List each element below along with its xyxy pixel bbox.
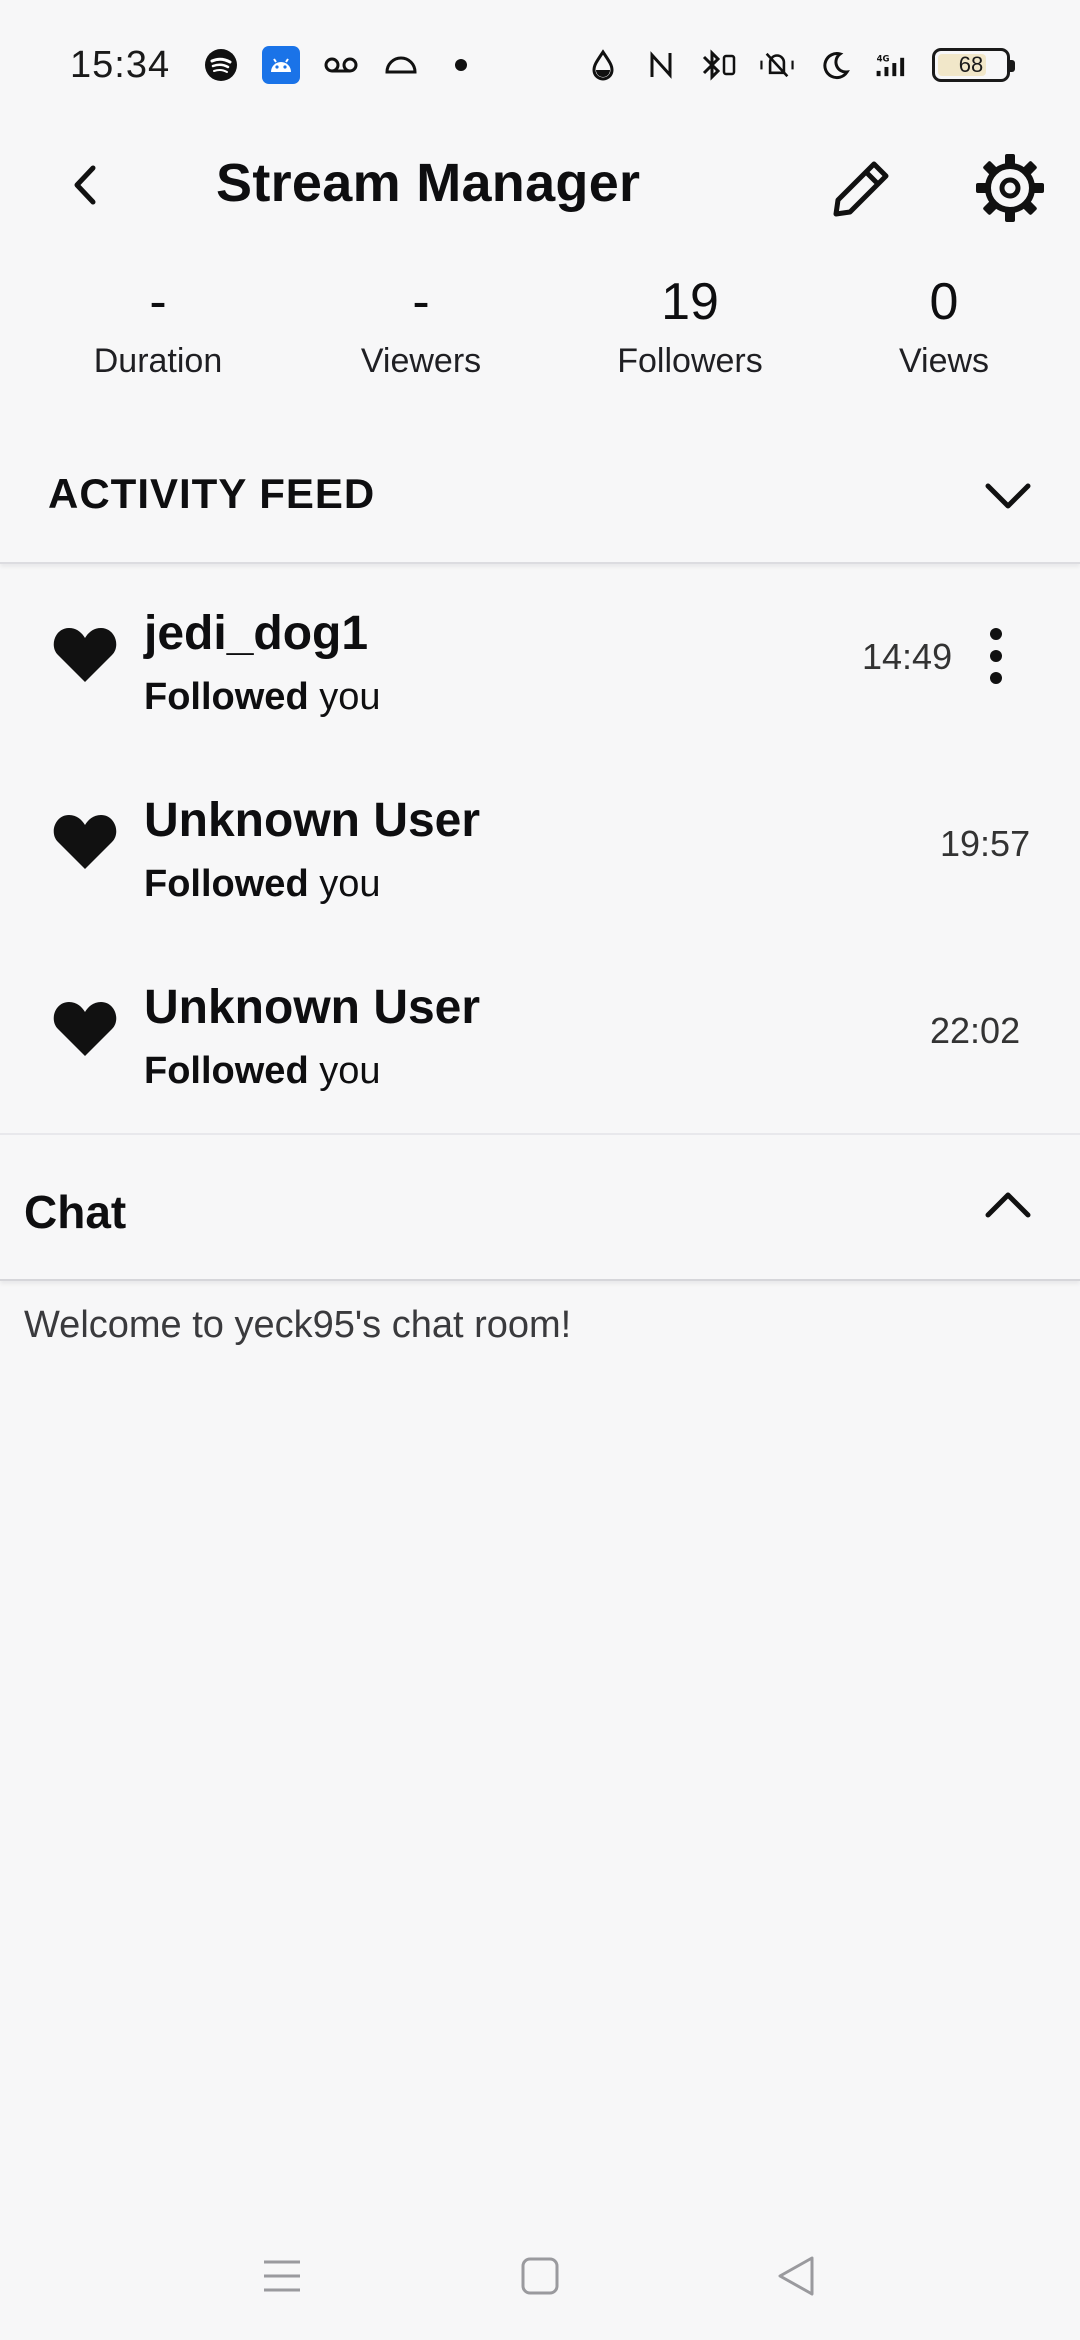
svg-text:4G: 4G <box>877 55 890 65</box>
mute-icon <box>758 46 796 84</box>
heart-icon <box>53 1002 117 1056</box>
back-triangle-icon <box>778 2256 814 2296</box>
moon-icon <box>816 46 854 84</box>
app-header: Stream Manager <box>0 130 1080 240</box>
back-button[interactable] <box>50 150 120 220</box>
dome-icon <box>382 46 420 84</box>
feed-item-time: 19:57 <box>940 823 1031 864</box>
battery-level: 68 <box>958 52 984 77</box>
stat-label: Duration <box>93 342 223 380</box>
stat-value: 0 <box>929 273 959 331</box>
back-icon <box>74 165 96 205</box>
status-bar: 15:34 4G 68 <box>0 0 1080 130</box>
page-title: Stream Manager <box>216 153 641 213</box>
drop-icon <box>584 46 622 84</box>
nav-home-button[interactable] <box>510 2246 570 2306</box>
feed-item-username: Unknown User <box>144 794 481 847</box>
stat-followers: 19 Followers <box>600 270 780 386</box>
stat-duration: - Duration <box>60 270 256 386</box>
android-app-icon <box>262 46 301 84</box>
status-time: 15:34 <box>70 43 171 86</box>
menu-icon <box>264 2260 300 2292</box>
home-square-icon <box>521 2257 559 2295</box>
stream-manager-screen: 15:34 4G 68 Stream Manager - Duration - … <box>0 0 1080 2340</box>
feed-item[interactable]: Unknown User Followed you 22:02 <box>0 938 1080 1125</box>
gear-icon <box>976 154 1044 222</box>
stat-views: 0 Views <box>876 270 1012 386</box>
bluetooth-icon <box>700 46 738 84</box>
settings-button[interactable] <box>968 146 1052 230</box>
feed-item[interactable]: jedi_dog1 Followed you 14:49 <box>0 564 1080 751</box>
dot-icon <box>442 46 480 84</box>
nfc-icon <box>642 46 680 84</box>
feed-item-action: Followed you <box>144 676 381 718</box>
kebab-dot <box>990 672 1002 684</box>
pencil-icon <box>833 161 889 217</box>
feed-item[interactable]: Unknown User Followed you 19:57 <box>0 751 1080 938</box>
activity-feed-list: jedi_dog1 Followed you 14:49 Unknown Use… <box>0 564 1080 1125</box>
heart-icon <box>53 628 117 682</box>
chevron-up-icon <box>985 1192 1031 1218</box>
chat-title: Chat <box>24 1186 127 1238</box>
nav-back-button[interactable] <box>766 2246 826 2306</box>
stream-stats: - Duration - Viewers 19 Followers 0 View… <box>0 270 1080 400</box>
chat-header[interactable]: Chat <box>0 1133 1080 1281</box>
more-options-button[interactable] <box>972 620 1020 692</box>
stat-label: Viewers <box>360 342 482 380</box>
kebab-dot <box>990 650 1002 662</box>
activity-feed-header[interactable]: ACTIVITY FEED <box>0 440 1080 564</box>
battery-indicator: 68 <box>932 48 1015 82</box>
chat-toggle[interactable] <box>976 1173 1040 1237</box>
heart-icon <box>53 815 117 869</box>
system-nav-bar <box>0 2230 1080 2320</box>
stat-value: - <box>412 273 430 331</box>
edit-button[interactable] <box>822 148 902 228</box>
signal-4g-icon: 4G <box>874 46 912 84</box>
feed-item-time: 14:49 <box>862 636 953 677</box>
activity-feed-title: ACTIVITY FEED <box>48 470 376 517</box>
feed-item-action: Followed you <box>144 863 381 905</box>
stat-value: - <box>149 273 167 331</box>
feed-item-username: Unknown User <box>144 981 481 1034</box>
stat-label: Views <box>898 342 990 380</box>
nav-menu-button[interactable] <box>252 2246 312 2306</box>
feed-item-time: 22:02 <box>930 1010 1021 1051</box>
feed-item-action: Followed you <box>144 1050 381 1092</box>
activity-feed-toggle[interactable] <box>976 464 1040 528</box>
chat-welcome-message: Welcome to yeck95's chat room! <box>24 1304 572 1346</box>
chevron-down-icon <box>985 483 1031 509</box>
stat-viewers: - Viewers <box>336 270 506 386</box>
feed-item-username: jedi_dog1 <box>144 607 369 660</box>
kebab-dot <box>990 628 1002 640</box>
voicemail-icon <box>322 46 360 84</box>
stat-value: 19 <box>661 273 719 331</box>
spotify-icon <box>202 46 240 84</box>
stat-label: Followers <box>617 342 763 380</box>
